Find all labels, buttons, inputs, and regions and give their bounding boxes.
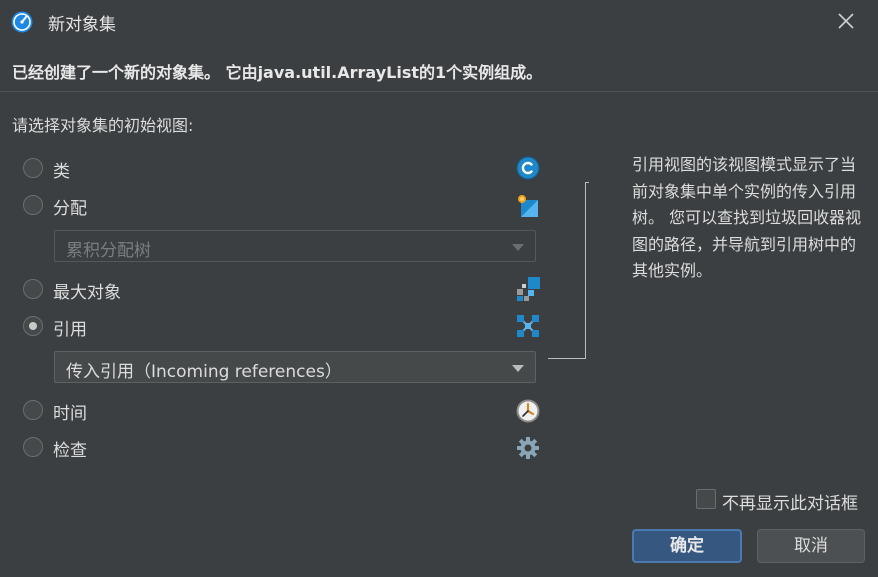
view-prompt: 请选择对象集的初始视图: <box>12 116 194 135</box>
time-clock-icon <box>516 399 540 423</box>
option-references-radio[interactable] <box>23 316 43 336</box>
dont-show-again-label: 不再显示此对话框 <box>722 494 858 514</box>
references-mode-dropdown[interactable]: 传入引用（Incoming references） <box>54 351 536 383</box>
divider <box>0 91 878 92</box>
app-logo-icon <box>11 11 33 33</box>
allocation-icon <box>518 195 538 217</box>
option-biggest-objects-label: 最大对象 <box>53 283 121 303</box>
option-allocation-radio[interactable] <box>23 195 43 215</box>
option-allocation-label: 分配 <box>53 199 87 219</box>
info-message: 已经创建了一个新的对象集。 它由java.util.ArrayList的1个实例… <box>12 63 543 82</box>
chevron-down-icon <box>512 365 524 372</box>
inspection-gear-icon <box>517 437 539 459</box>
chevron-down-icon <box>512 244 524 251</box>
references-icon <box>517 315 539 337</box>
dont-show-again-checkbox[interactable] <box>696 489 716 509</box>
close-icon[interactable] <box>834 9 858 33</box>
option-time-radio[interactable] <box>23 400 43 420</box>
biggest-objects-icon <box>517 277 540 301</box>
option-references-label: 引用 <box>53 320 87 340</box>
option-inspection-radio[interactable] <box>23 437 43 457</box>
allocation-mode-value: 累积分配树 <box>66 241 151 261</box>
option-class-label: 类 <box>53 162 70 182</box>
option-inspection-label: 检查 <box>53 441 87 461</box>
dialog-title: 新对象集 <box>48 15 116 35</box>
allocation-mode-dropdown[interactable]: 累积分配树 <box>54 230 536 262</box>
option-biggest-objects-radio[interactable] <box>23 279 43 299</box>
ok-button[interactable]: 确定 <box>632 529 742 563</box>
references-mode-value: 传入引用（Incoming references） <box>66 362 342 382</box>
cancel-button[interactable]: 取消 <box>757 529 865 563</box>
class-c-icon <box>516 156 540 180</box>
view-description: 引用视图的该视图模式显示了当前对象集中单个实例的传入引用树。 您可以查找到垃圾回… <box>632 155 862 280</box>
title-bar: 新对象集 <box>0 0 878 44</box>
description-connector <box>548 182 589 359</box>
option-time-label: 时间 <box>53 404 87 424</box>
option-class-radio[interactable] <box>23 158 43 178</box>
